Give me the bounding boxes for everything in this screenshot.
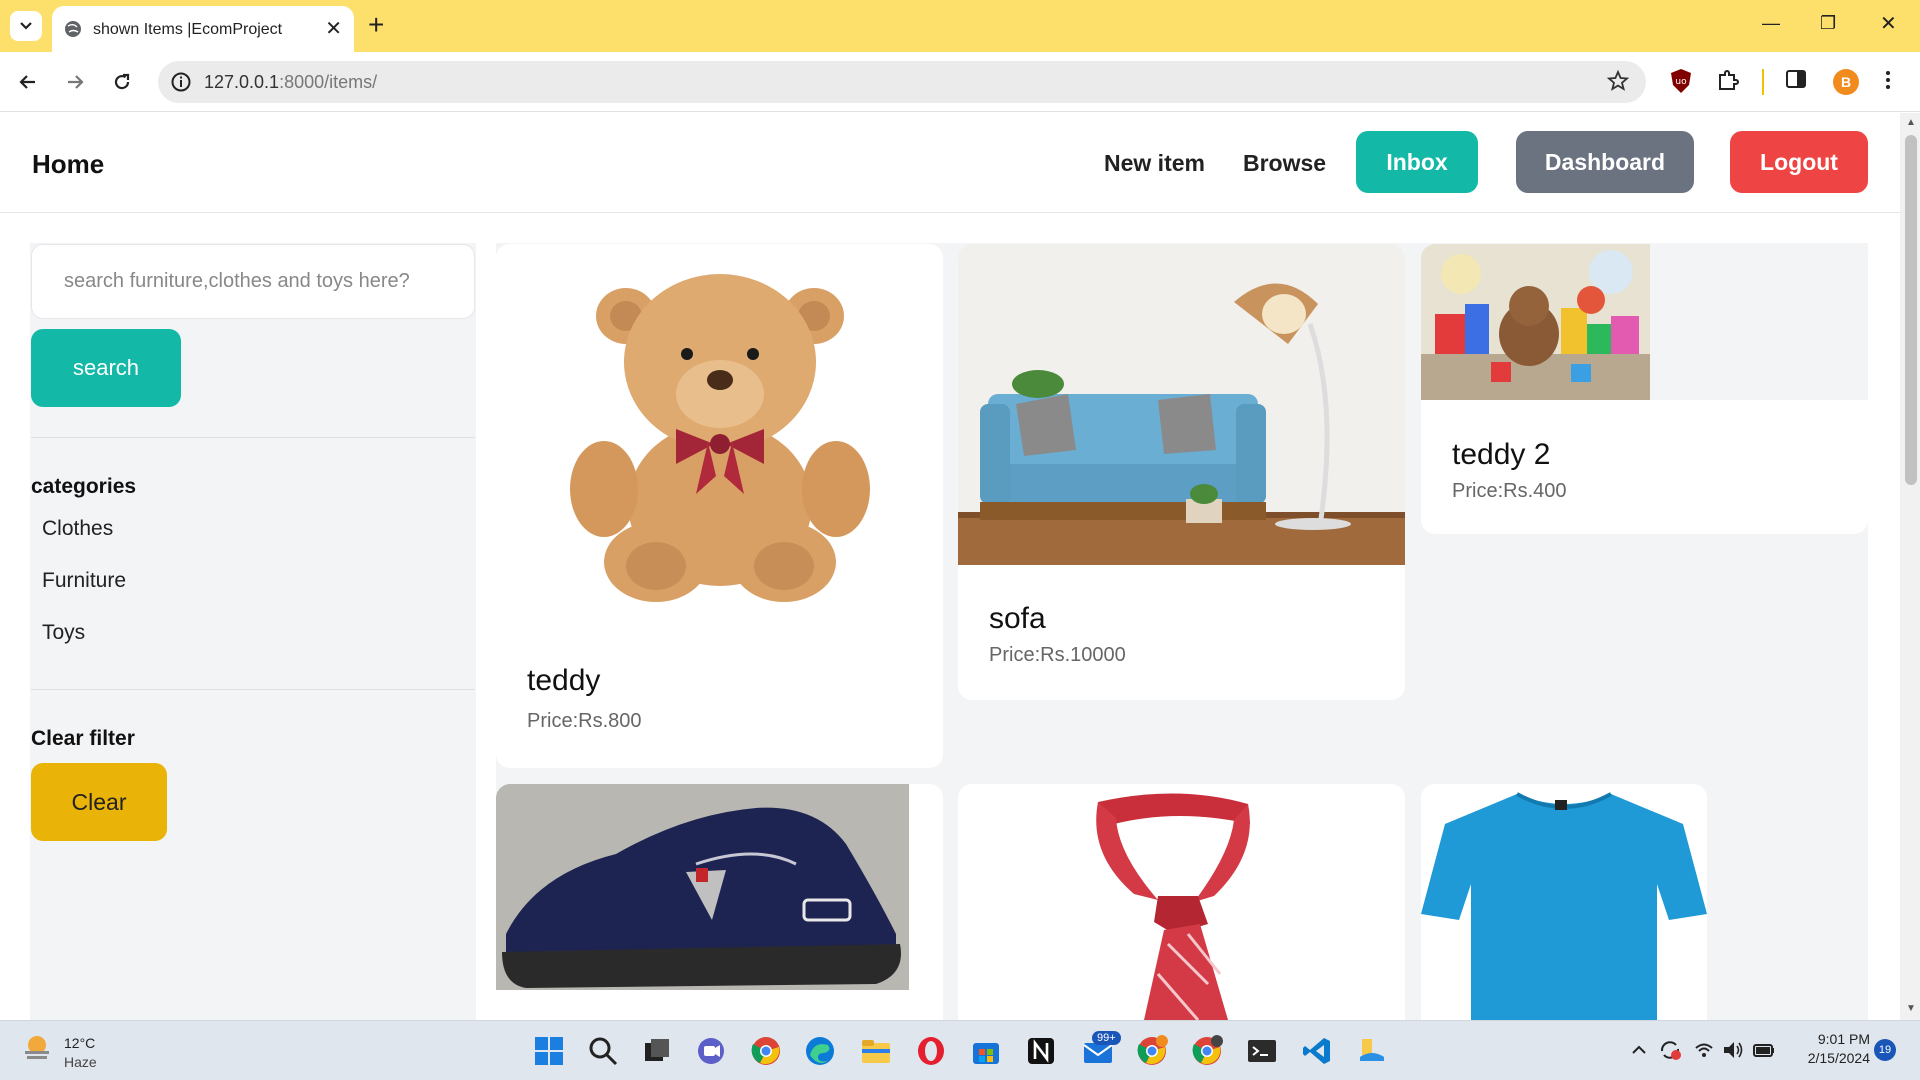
- item-card-teddy[interactable]: teddy Price:Rs.800: [496, 244, 943, 768]
- item-card-teddy-2[interactable]: teddy 2 Price:Rs.400: [1421, 244, 1868, 534]
- tab-search-button[interactable]: [10, 11, 42, 41]
- browse-link[interactable]: Browse: [1243, 150, 1326, 177]
- profile-avatar[interactable]: B: [1833, 69, 1859, 95]
- category-toys[interactable]: Toys: [42, 621, 85, 645]
- sidebar-divider: [31, 437, 475, 438]
- restore-icon[interactable]: ❐: [1820, 13, 1836, 34]
- chevron-down-icon: [20, 22, 32, 30]
- reload-icon[interactable]: [110, 70, 134, 94]
- side-panel-icon[interactable]: [1785, 68, 1807, 90]
- site-info-icon[interactable]: [170, 71, 192, 93]
- site-navbar: Home New item Browse Inbox Dashboard Log…: [0, 113, 1900, 213]
- logout-button[interactable]: Logout: [1730, 131, 1868, 193]
- sidebar-divider: [31, 689, 475, 690]
- item-name: teddy 2: [1452, 438, 1551, 471]
- clear-filter-heading: Clear filter: [31, 727, 135, 750]
- tie-image: [958, 784, 1405, 1020]
- task-view-icon[interactable]: [641, 1035, 673, 1067]
- toolbar-divider: [1762, 69, 1764, 95]
- forward-icon[interactable]: [63, 70, 87, 94]
- category-furniture[interactable]: Furniture: [42, 569, 126, 593]
- page-scrollbar[interactable]: ▲ ▼: [1900, 113, 1920, 1020]
- vscode-icon[interactable]: [1301, 1035, 1333, 1067]
- bookmark-star-icon[interactable]: [1606, 69, 1630, 93]
- shoe-image: [496, 784, 909, 990]
- browser-tab-bar: shown Items |EcomProject ✕ + — ❐ ✕: [0, 0, 1920, 52]
- chrome-secondary-icon[interactable]: [1191, 1035, 1223, 1067]
- haze-sun-icon: [25, 1036, 49, 1059]
- new-tab-button[interactable]: +: [368, 10, 384, 40]
- clock-date: 2/15/2024: [1807, 1050, 1870, 1066]
- inbox-button[interactable]: Inbox: [1356, 131, 1478, 193]
- item-card-sofa[interactable]: sofa Price:Rs.10000: [958, 244, 1405, 700]
- weather-widget[interactable]: 12°C Haze: [22, 1033, 97, 1070]
- item-card-tie[interactable]: [958, 784, 1405, 1020]
- browser-toolbar: 127.0.0.1:8000/items/ uo B: [0, 52, 1920, 112]
- sync-status-icon[interactable]: [1658, 1039, 1682, 1061]
- item-price: Price:Rs.800: [527, 710, 642, 732]
- item-card-tshirt[interactable]: [1421, 784, 1707, 1020]
- mail-badge: 99+: [1092, 1031, 1121, 1045]
- notion-icon[interactable]: [1025, 1035, 1057, 1067]
- tab-title: shown Items |EcomProject: [93, 21, 283, 38]
- home-link[interactable]: Home: [32, 149, 104, 180]
- ublock-shield-icon[interactable]: uo: [1670, 68, 1692, 94]
- windows-start-icon[interactable]: [533, 1035, 565, 1067]
- folder-sync-icon[interactable]: [1356, 1035, 1388, 1067]
- file-explorer-icon[interactable]: [860, 1035, 892, 1067]
- weather-condition: Haze: [64, 1054, 97, 1070]
- wifi-icon[interactable]: [1694, 1041, 1714, 1059]
- tab-close-icon[interactable]: ✕: [325, 16, 342, 41]
- more-menu-icon[interactable]: [1884, 68, 1892, 92]
- battery-icon[interactable]: [1752, 1041, 1776, 1059]
- search-icon[interactable]: [587, 1035, 619, 1067]
- url-text: 127.0.0.1:8000/items/: [204, 72, 378, 92]
- minimize-icon[interactable]: —: [1762, 13, 1780, 34]
- chrome-icon[interactable]: [750, 1035, 782, 1067]
- scroll-up-icon[interactable]: ▲: [1906, 117, 1916, 128]
- scrollbar-thumb[interactable]: [1905, 135, 1917, 485]
- opera-icon[interactable]: [915, 1035, 947, 1067]
- chevron-up-icon[interactable]: [1630, 1041, 1648, 1059]
- clock-time: 9:01 PM: [1817, 1031, 1870, 1047]
- new-item-link[interactable]: New item: [1104, 150, 1205, 177]
- system-clock[interactable]: 9:01 PM 2/15/2024: [1790, 1031, 1870, 1066]
- dashboard-button[interactable]: Dashboard: [1516, 131, 1694, 193]
- search-button[interactable]: search: [31, 329, 181, 407]
- chrome-profile-icon[interactable]: [1136, 1035, 1168, 1067]
- item-price: Price:Rs.10000: [989, 644, 1126, 666]
- item-name: teddy: [527, 664, 601, 697]
- weather-temperature: 12°C: [64, 1035, 96, 1051]
- item-price: Price:Rs.400: [1452, 480, 1567, 502]
- browser-tab[interactable]: shown Items |EcomProject ✕: [52, 6, 354, 52]
- sofa-image: [958, 244, 1405, 565]
- notification-count[interactable]: 19: [1874, 1039, 1896, 1061]
- scroll-down-icon[interactable]: ▼: [1906, 1003, 1916, 1014]
- window-close-icon[interactable]: ✕: [1880, 11, 1897, 36]
- edge-icon[interactable]: [804, 1035, 836, 1067]
- toys-image: [1421, 244, 1650, 400]
- microsoft-store-icon[interactable]: [970, 1035, 1002, 1067]
- back-icon[interactable]: [16, 70, 40, 94]
- os-taskbar: 12°C Haze 99+ 9:01 PM 2/15/2024 19: [0, 1020, 1920, 1080]
- address-bar[interactable]: 127.0.0.1:8000/items/: [158, 61, 1646, 103]
- tshirt-image: [1421, 784, 1707, 1020]
- item-card-shoe[interactable]: [496, 784, 943, 1020]
- globe-icon: [65, 21, 81, 37]
- extensions-puzzle-icon[interactable]: [1716, 68, 1740, 92]
- item-name: sofa: [989, 602, 1046, 635]
- teams-chat-icon[interactable]: [695, 1035, 727, 1067]
- teddy-bear-image: [496, 244, 943, 624]
- clear-button[interactable]: Clear: [31, 763, 167, 841]
- svg-text:uo: uo: [1675, 77, 1687, 87]
- volume-icon[interactable]: [1722, 1040, 1744, 1060]
- terminal-icon[interactable]: [1246, 1035, 1278, 1067]
- search-input[interactable]: [31, 244, 475, 319]
- categories-heading: categories: [31, 475, 137, 498]
- category-clothes[interactable]: Clothes: [42, 517, 113, 541]
